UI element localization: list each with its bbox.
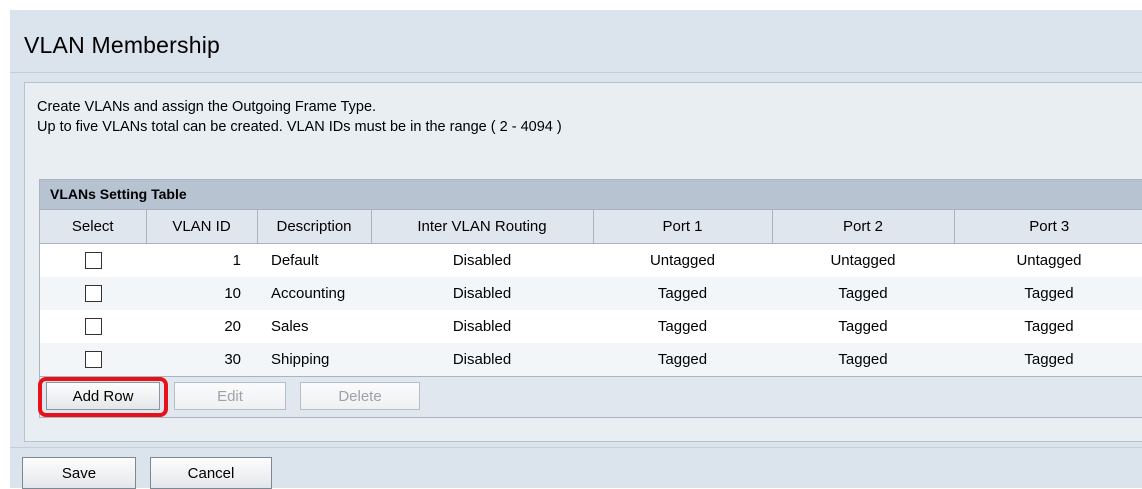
port-1-cell: Tagged (593, 343, 772, 376)
vlan-id-cell: 10 (146, 277, 257, 310)
routing-cell: Disabled (371, 277, 593, 310)
row-select-cell (40, 243, 146, 277)
description-cell: Sales (257, 310, 371, 343)
vlan-table: Select VLAN ID Description Inter VLAN Ro… (40, 210, 1142, 376)
port-2-cell: Tagged (772, 343, 954, 376)
port-1-cell: Tagged (593, 277, 772, 310)
row-select-checkbox[interactable] (84, 252, 102, 270)
description: Create VLANs and assign the Outgoing Fra… (37, 97, 562, 137)
description-cell: Shipping (257, 343, 371, 376)
port-2-cell: Tagged (772, 277, 954, 310)
port-3-cell: Tagged (954, 343, 1142, 376)
col-header-vlan-id: VLAN ID (146, 210, 258, 244)
add-row-button[interactable]: Add Row (46, 382, 160, 410)
description-cell: Accounting (257, 277, 371, 310)
table-title: VLANs Setting Table (40, 180, 1142, 210)
title-divider (10, 72, 1142, 73)
table-row: 20 Sales Disabled Tagged Tagged Tagged (40, 310, 1142, 343)
port-1-cell: Tagged (593, 310, 772, 343)
vlans-setting-table: VLANs Setting Table Select VLAN ID Descr… (38, 179, 1142, 418)
routing-cell: Disabled (371, 310, 593, 343)
row-select-checkbox[interactable] (84, 351, 102, 369)
routing-cell: Disabled (371, 343, 593, 376)
port-3-cell: Tagged (954, 310, 1142, 343)
edit-button[interactable]: Edit (174, 382, 286, 410)
table-row: 1 Default Disabled Untagged Untagged Unt… (40, 243, 1142, 277)
table-header-row: Select VLAN ID Description Inter VLAN Ro… (40, 210, 1142, 244)
footer-divider (10, 447, 1142, 448)
vlan-membership-page: VLAN Membership Create VLANs and assign … (10, 10, 1142, 489)
row-select-checkbox[interactable] (84, 318, 102, 336)
description-line-2: Up to five VLANs total can be created. V… (37, 119, 562, 135)
col-header-port-2: Port 2 (772, 210, 955, 244)
delete-button[interactable]: Delete (300, 382, 420, 410)
port-3-cell: Tagged (954, 277, 1142, 310)
col-header-inter-vlan-routing: Inter VLAN Routing (371, 210, 594, 244)
table-row: 30 Shipping Disabled Tagged Tagged Tagge… (40, 343, 1142, 376)
col-header-select: Select (40, 210, 147, 244)
col-header-port-3: Port 3 (954, 210, 1142, 244)
row-select-cell (40, 277, 146, 310)
vlan-id-cell: 20 (146, 310, 257, 343)
row-select-cell (40, 310, 146, 343)
port-3-cell: Untagged (954, 243, 1142, 277)
vlan-id-cell: 1 (146, 243, 257, 277)
save-button[interactable]: Save (22, 457, 136, 489)
col-header-description: Description (257, 210, 372, 244)
port-1-cell: Untagged (593, 243, 772, 277)
col-header-port-1: Port 1 (593, 210, 773, 244)
vlan-panel: Create VLANs and assign the Outgoing Fra… (24, 82, 1142, 442)
description-line-1: Create VLANs and assign the Outgoing Fra… (37, 99, 377, 115)
routing-cell: Disabled (371, 243, 593, 277)
table-row: 10 Accounting Disabled Tagged Tagged Tag… (40, 277, 1142, 310)
vlan-id-cell: 30 (146, 343, 257, 376)
page-title: VLAN Membership (24, 32, 221, 58)
description-cell: Default (257, 243, 371, 277)
table-button-bar: Add Row Edit Delete (38, 376, 1142, 417)
port-2-cell: Tagged (772, 310, 954, 343)
port-2-cell: Untagged (772, 243, 954, 277)
row-select-cell (40, 343, 146, 376)
cancel-button[interactable]: Cancel (150, 457, 272, 489)
row-select-checkbox[interactable] (84, 285, 102, 303)
